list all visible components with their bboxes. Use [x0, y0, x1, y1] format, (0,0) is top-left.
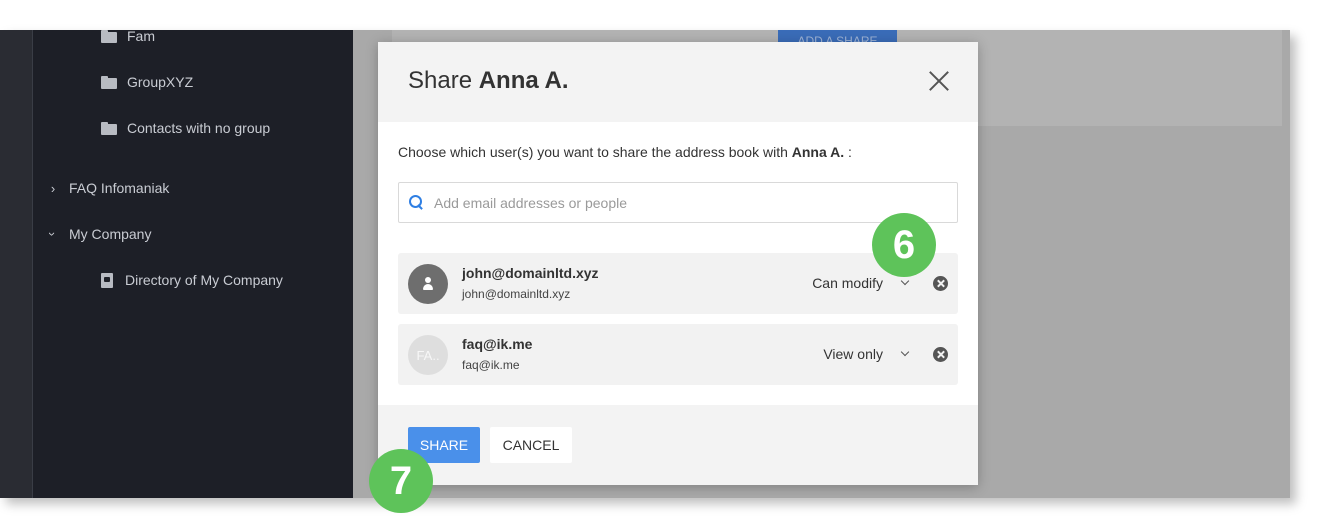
sidebar-directory-label: Directory of My Company: [125, 272, 283, 288]
person-icon: [408, 264, 448, 304]
shared-user-row: john@domainltd.xyz john@domainltd.xyz Ca…: [398, 253, 958, 314]
sidebar-folder-no-group[interactable]: Contacts with no group: [101, 120, 270, 136]
folder-icon: [101, 121, 117, 135]
user-avatar-initials: FA..: [408, 335, 448, 375]
user-email: john@domainltd.xyz: [462, 287, 571, 301]
search-input[interactable]: [434, 193, 934, 213]
step-marker-6: 6: [872, 213, 936, 277]
folder-icon: [101, 75, 117, 89]
sidebar-group-label: FAQ Infomaniak: [69, 180, 170, 196]
left-rail: [0, 30, 33, 498]
dialog-header: Share Anna A.: [378, 42, 978, 122]
sidebar-group-label: My Company: [69, 226, 152, 242]
chevron-down-icon[interactable]: [898, 275, 912, 289]
address-book-icon: [101, 272, 113, 288]
dialog-title: Share Anna A.: [408, 67, 569, 95]
sidebar: Fam GroupXYZ Contacts with no group › FA…: [33, 30, 353, 498]
sidebar-folder-label: Contacts with no group: [127, 120, 271, 136]
search-icon: [409, 195, 423, 209]
chevron-down-icon[interactable]: ›: [45, 226, 61, 242]
cancel-button[interactable]: CANCEL: [490, 427, 572, 463]
user-name: john@domainltd.xyz: [462, 265, 599, 281]
instruction-text: Choose which user(s) you want to share t…: [398, 144, 788, 160]
dialog-instruction: Choose which user(s) you want to share t…: [398, 144, 852, 160]
sidebar-group-faq-infomaniak[interactable]: › FAQ Infomaniak: [45, 180, 170, 196]
step-marker-7: 7: [369, 449, 433, 513]
sidebar-directory-my-company[interactable]: Directory of My Company: [101, 272, 283, 288]
folder-icon: [101, 30, 117, 43]
sidebar-group-my-company[interactable]: › My Company: [45, 226, 152, 242]
dialog-footer: SHARE CANCEL: [378, 405, 978, 485]
instruction-name: Anna A.: [791, 144, 845, 160]
screenshot-stage: Fam GroupXYZ Contacts with no group › FA…: [0, 0, 1320, 528]
close-icon[interactable]: [928, 70, 950, 92]
remove-user-icon[interactable]: [933, 347, 948, 362]
search-field[interactable]: [398, 182, 958, 223]
shared-user-row: FA.. faq@ik.me faq@ik.me View only: [398, 324, 958, 385]
sidebar-folder-label: Fam: [127, 30, 155, 44]
sidebar-folder-fam[interactable]: Fam: [101, 30, 155, 44]
user-email: faq@ik.me: [462, 358, 520, 372]
remove-user-icon[interactable]: [933, 276, 948, 291]
instruction-suffix: :: [844, 144, 852, 160]
permission-select[interactable]: Can modify: [812, 275, 883, 291]
user-name: faq@ik.me: [462, 336, 533, 352]
chevron-down-icon[interactable]: [898, 346, 912, 360]
sidebar-folder-groupxyz[interactable]: GroupXYZ: [101, 74, 193, 90]
chevron-right-icon[interactable]: ›: [45, 180, 61, 196]
sidebar-folder-label: GroupXYZ: [127, 74, 194, 90]
dialog-title-prefix: Share: [408, 67, 473, 94]
permission-select[interactable]: View only: [823, 346, 883, 362]
dialog-title-name: Anna A.: [478, 67, 569, 94]
